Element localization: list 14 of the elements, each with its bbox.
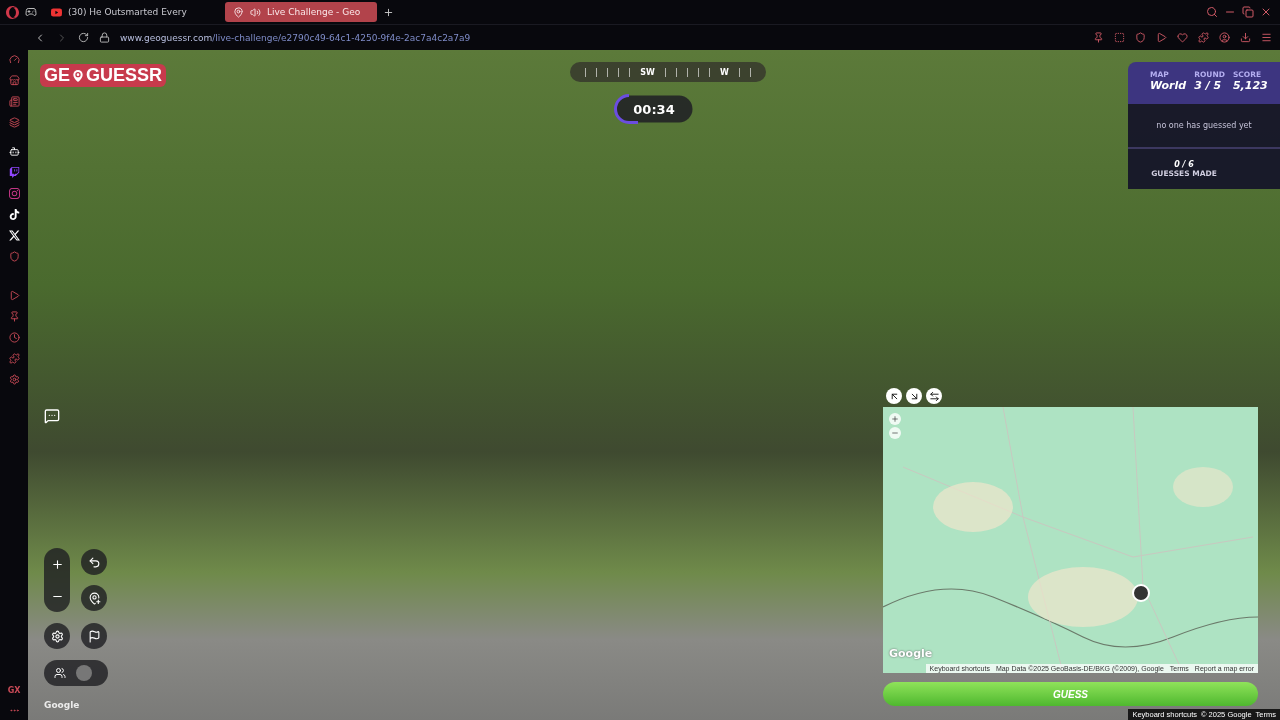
sidebar-label[interactable]: GX (7, 686, 21, 695)
compass-direction: W (719, 67, 729, 77)
address-field[interactable]: www.geoguessr.com/live-challenge/e2790c49-64c1-4250-9f4e-2ac7a4c2a7a9 (120, 32, 1083, 43)
stat-value: 3 / 5 (1194, 79, 1223, 92)
compass-direction: SW (640, 67, 655, 77)
browser-tab[interactable]: Live Challenge - Geo (225, 2, 377, 22)
guess-count: 0 / 6 (1174, 160, 1194, 169)
map-logo: Google (889, 647, 933, 660)
stat-value: World (1150, 79, 1187, 92)
browser-tab[interactable]: (30) He Outsmarted Every (43, 2, 219, 22)
guesses-note: no one has guessed yet (1156, 121, 1252, 130)
game-logo: GE GUESSR (40, 64, 167, 87)
photo-credit: Google (44, 700, 80, 710)
stat-value: 5,123 (1232, 79, 1268, 92)
